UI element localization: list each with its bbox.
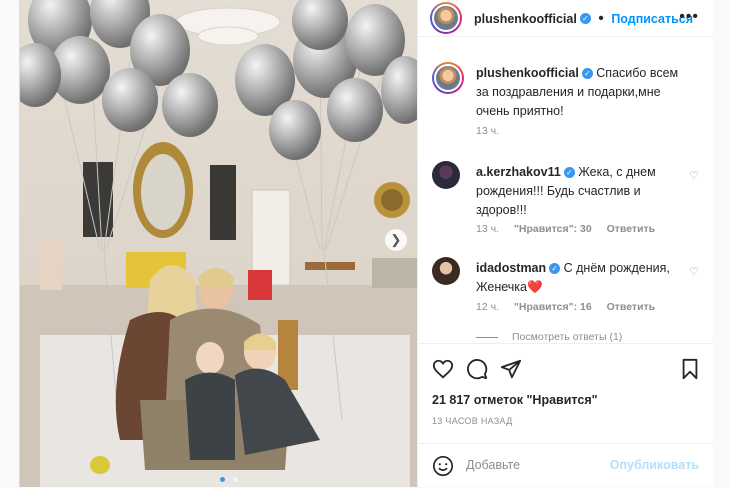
carousel-next-icon[interactable]: ❯	[385, 229, 407, 251]
reply-button[interactable]: Ответить	[607, 223, 656, 235]
view-replies-button[interactable]: Посмотреть ответы (1)	[476, 331, 622, 343]
post-photo[interactable]: ❯	[20, 0, 417, 487]
separator-dot: •	[598, 10, 604, 27]
caption-username[interactable]: plushenkoofficial	[476, 66, 579, 80]
family-photo-illustration	[20, 0, 417, 487]
carousel-dot	[233, 477, 239, 482]
comment-time: 13 ч.	[476, 223, 499, 235]
publish-button[interactable]: Опубликовать	[610, 458, 699, 472]
comment-icon[interactable]	[466, 358, 488, 380]
add-comment-bar: Добавьте Опубликовать	[418, 443, 713, 488]
avatar[interactable]	[432, 257, 460, 285]
comment-username[interactable]: idadostman	[476, 261, 546, 275]
share-icon[interactable]	[500, 358, 522, 380]
bookmark-icon[interactable]	[679, 358, 701, 380]
carousel-dots	[218, 469, 240, 487]
comment-likes[interactable]: "Нравится": 30	[514, 223, 592, 235]
heart-emoji-icon: ❤️	[527, 280, 543, 294]
verified-badge-icon: ✓	[581, 68, 593, 80]
comment-like-icon[interactable]: ♡	[689, 265, 699, 278]
verified-badge-icon: ✓	[579, 13, 591, 25]
verified-badge-icon: ✓	[549, 263, 561, 275]
more-options-icon[interactable]: •••	[679, 8, 699, 26]
like-heart-icon[interactable]	[432, 358, 454, 380]
comment-input[interactable]: Добавьте	[466, 458, 520, 472]
post-timestamp: 13 ЧАСОВ НАЗАД	[432, 416, 513, 426]
post-sidebar: plushenkoofficial ✓ • Подписаться ••• plu…	[417, 0, 713, 487]
likes-count[interactable]: 21 817 отметок "Нравится"	[432, 393, 598, 407]
avatar[interactable]	[432, 62, 464, 94]
avatar[interactable]	[430, 2, 462, 34]
action-bar	[418, 343, 713, 394]
post-header: plushenkoofficial ✓ • Подписаться •••	[418, 0, 713, 37]
avatar[interactable]	[432, 161, 460, 189]
comment-likes[interactable]: "Нравится": 16	[514, 301, 592, 313]
carousel-dot	[220, 477, 225, 482]
caption-time: 13 ч.	[476, 125, 499, 137]
reply-button[interactable]: Ответить	[607, 301, 656, 313]
replies-line	[476, 336, 498, 338]
comment-time: 12 ч.	[476, 301, 499, 313]
comment-like-icon[interactable]: ♡	[689, 169, 699, 182]
view-replies-label: Посмотреть ответы (1)	[512, 331, 623, 343]
verified-badge-icon: ✓	[563, 167, 575, 179]
header-username[interactable]: plushenkoofficial	[474, 12, 577, 26]
comment-username[interactable]: a.kerzhakov11	[476, 165, 561, 179]
emoji-icon[interactable]	[432, 455, 454, 477]
comments-list: plushenkoofficial ✓ Спасибо всем за поздр…	[418, 37, 713, 343]
instagram-post: ❯ plushenkoofficial ✓ • Подписаться ••• p…	[19, 0, 713, 487]
